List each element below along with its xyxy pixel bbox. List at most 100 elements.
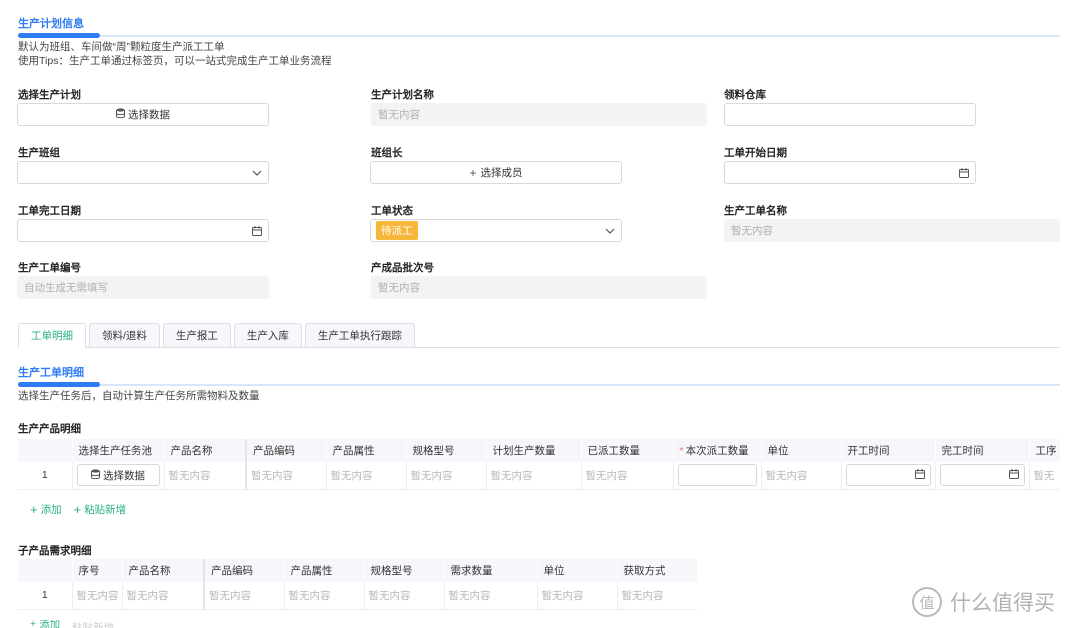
batch-placeholder: 暂无内容 (378, 282, 420, 294)
section-accent-bar (18, 33, 100, 38)
calendar-icon (1008, 468, 1019, 482)
cell-plan-qty: 暂无内容 (486, 462, 582, 490)
status-select[interactable]: 待派工 (370, 219, 622, 242)
select-member-button-label: 选择成员 (480, 167, 523, 179)
team-select[interactable] (17, 161, 269, 184)
add-row-button[interactable]: + 添加 (30, 502, 62, 517)
cell-dispatch-qty (673, 462, 762, 490)
batch-field: 暂无内容 (371, 276, 707, 299)
column-header: 完工时间 (935, 439, 1030, 462)
start-date-picker[interactable] (724, 161, 976, 184)
order-no-label: 生产工单编号 (18, 262, 81, 274)
plan-name-placeholder: 暂无内容 (378, 109, 420, 121)
column-header-label: 本次派工数量 (685, 445, 749, 457)
plus-icon: + (30, 620, 37, 628)
cell-acquire-method: 暂无内容 (617, 582, 697, 610)
required-asterisk: * (679, 445, 684, 457)
tab-order-detail[interactable]: 工单明细 (18, 323, 86, 348)
dispatch-qty-input[interactable] (677, 464, 757, 487)
plus-icon: + (469, 165, 477, 180)
column-header-index (18, 439, 73, 462)
batch-label: 产成品批次号 (371, 262, 434, 274)
paste-add-button[interactable]: + 粘贴新增 (74, 502, 127, 517)
section-description-1: 默认为班组、车间做“周”颗粒度生产派工工单 (18, 41, 225, 53)
column-header: 计划生产数量 (486, 439, 582, 462)
select-member-button[interactable]: + 选择成员 (370, 161, 622, 184)
table-header-row: 序号 产品名称 产品编码 产品属性 规格型号 需求数量 单位 获取方式 (18, 559, 697, 582)
tab-production-report[interactable]: 生产报工 (162, 323, 231, 348)
row-index: 1 (18, 462, 73, 490)
column-header: 工序 (1029, 439, 1060, 462)
chevron-down-icon (252, 170, 262, 176)
column-header: 产品属性 (284, 559, 365, 582)
row-index: 1 (18, 582, 73, 610)
plus-icon: + (30, 502, 38, 517)
cell-demand-qty: 暂无内容 (444, 582, 538, 610)
plan-label: 选择生产计划 (18, 89, 81, 101)
column-header: 获取方式 (617, 559, 697, 582)
add-row-button[interactable]: + 添加 (30, 620, 60, 628)
tab-execution-tracking[interactable]: 生产工单执行跟踪 (304, 323, 415, 348)
cell-product-attr: 暂无内容 (326, 462, 407, 490)
cell-product-name: 暂无内容 (164, 462, 247, 490)
status-badge: 待派工 (376, 221, 418, 240)
section-divider (18, 35, 1060, 37)
end-time-picker[interactable] (939, 464, 1025, 487)
plan-name-label: 生产计划名称 (371, 89, 434, 101)
cell-select-task: 选择数据 (72, 462, 165, 490)
paste-add-button[interactable]: 粘贴新增 (72, 620, 114, 628)
end-date-picker[interactable] (17, 219, 269, 242)
order-no-field: 自动生成无需填写 (17, 276, 269, 299)
product-table-title: 生产产品明细 (18, 423, 81, 435)
sub-product-table: 序号 产品名称 产品编码 产品属性 规格型号 需求数量 单位 获取方式 1 暂无… (18, 559, 697, 610)
warehouse-input[interactable] (724, 103, 976, 126)
cell-start-time (841, 462, 936, 490)
column-header-required: * 本次派工数量 (673, 439, 762, 462)
order-name-placeholder: 暂无内容 (731, 225, 773, 237)
select-task-button[interactable]: 选择数据 (76, 464, 160, 487)
column-header: 序号 (72, 559, 123, 582)
select-task-button-label: 选择数据 (103, 469, 145, 482)
section-description: 选择生产任务后，自动计算生产任务所需物料及数量 (18, 390, 260, 402)
section-divider (18, 384, 1060, 386)
order-name-label: 生产工单名称 (724, 205, 787, 217)
add-row-label: 添加 (40, 504, 62, 516)
watermark-logo: 值 (912, 587, 942, 617)
table-row: 1 暂无内容 暂无内容 暂无内容 暂无内容 暂无内容 暂无内容 暂无内容 暂无内… (18, 582, 697, 610)
start-time-picker[interactable] (845, 464, 931, 487)
calendar-icon (914, 468, 925, 482)
select-plan-button[interactable]: 选择数据 (17, 103, 269, 126)
product-table-wrap: 选择生产任务池 产品名称 产品编码 产品属性 规格型号 计划生产数量 已派工数量… (18, 439, 1060, 490)
section-description-2: 使用Tips：生产工单通过标签页，可以一站式完成生产工单业务流程 (18, 55, 332, 67)
database-icon (91, 469, 100, 482)
cell-product-code: 暂无内容 (245, 462, 327, 490)
section-accent-bar (18, 382, 100, 387)
cell-unit: 暂无内容 (761, 462, 842, 490)
column-header: 单位 (537, 559, 618, 582)
sub-table-title: 子产品需求明细 (18, 545, 92, 557)
tab-production-storage[interactable]: 生产入库 (233, 323, 302, 348)
column-header: 需求数量 (444, 559, 538, 582)
table-header-row: 选择生产任务池 产品名称 产品编码 产品属性 规格型号 计划生产数量 已派工数量… (18, 439, 1060, 462)
cell-dispatched-qty: 暂无内容 (581, 462, 674, 490)
column-header: 产品编码 (203, 559, 285, 582)
status-label: 工单状态 (371, 205, 413, 217)
add-row-label: 添加 (39, 620, 61, 628)
tab-material-return[interactable]: 领料/退料 (89, 323, 160, 348)
column-header-index (18, 559, 73, 582)
column-header: 选择生产任务池 (72, 439, 165, 462)
column-header: 开工时间 (841, 439, 936, 462)
chevron-down-icon (605, 228, 615, 234)
column-header: 单位 (761, 439, 842, 462)
watermark-text: 什么值得买 (950, 592, 1055, 615)
paste-add-label: 粘贴新增 (84, 504, 127, 516)
watermark: 值 什么值得买 (912, 587, 1055, 617)
product-table: 选择生产任务池 产品名称 产品编码 产品属性 规格型号 计划生产数量 已派工数量… (18, 439, 1060, 490)
cell-unit: 暂无内容 (537, 582, 618, 610)
cell-product-attr: 暂无内容 (284, 582, 365, 610)
calendar-icon (959, 167, 969, 178)
plan-name-field: 暂无内容 (371, 103, 707, 126)
cell-product-name: 暂无内容 (122, 582, 205, 610)
order-no-placeholder: 自动生成无需填写 (24, 282, 108, 294)
cell-product-code: 暂无内容 (203, 582, 285, 610)
